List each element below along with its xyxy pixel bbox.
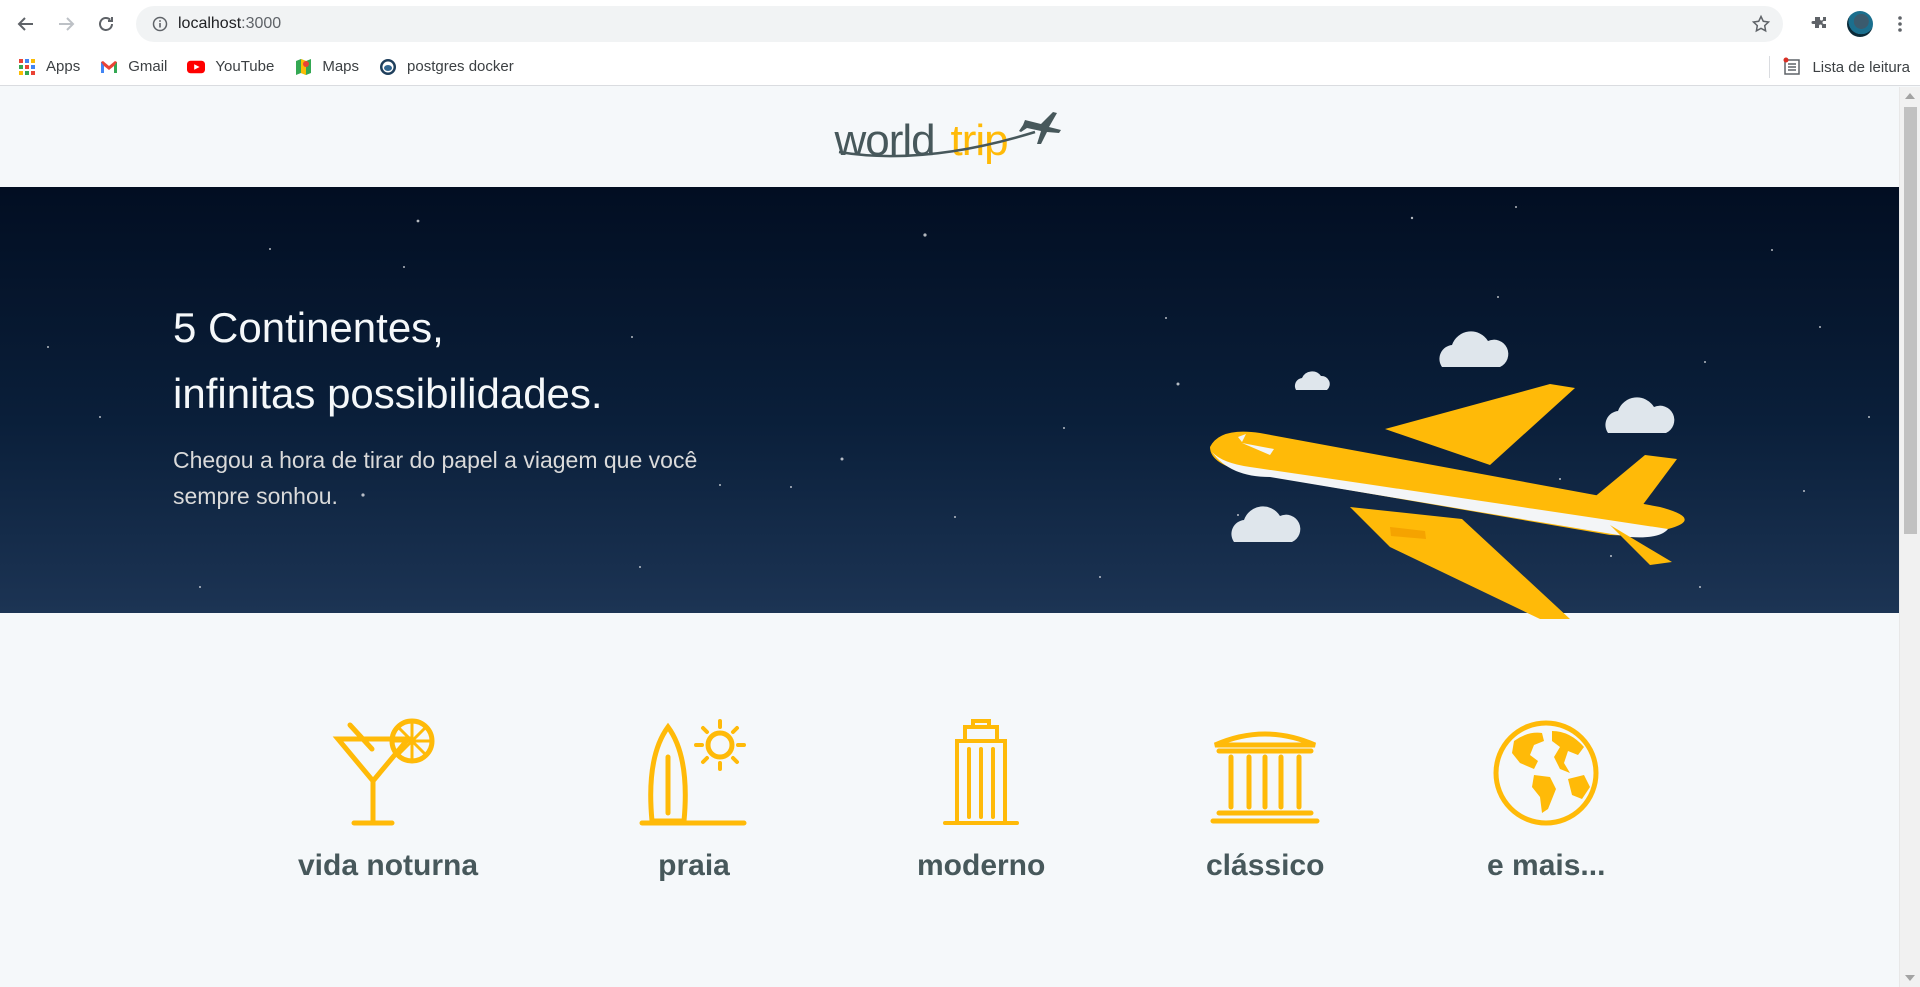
surf-sun-icon <box>639 719 747 826</box>
travel-type-label: vida noturna <box>298 849 479 882</box>
maps-icon <box>294 58 312 76</box>
bookmark-label: Gmail <box>128 58 168 75</box>
reading-list-icon <box>1783 57 1801 75</box>
scroll-down-arrow[interactable] <box>1905 975 1915 981</box>
reload-button[interactable] <box>86 4 126 44</box>
toolbar-actions <box>1800 4 1920 44</box>
bookmark-label: Apps <box>46 58 81 75</box>
url-host: localhost <box>178 15 242 32</box>
bookmark-label: Maps <box>322 58 360 75</box>
site-header: world trip <box>0 87 1899 187</box>
divider <box>1769 56 1771 78</box>
forward-button[interactable] <box>46 4 86 44</box>
gmail-icon <box>100 58 118 76</box>
hero-title-line2: infinitas possibilidades. <box>173 370 603 417</box>
hero-subtitle: Chegou a hora de tirar do papel a viagem… <box>173 447 698 509</box>
building-icon <box>943 719 1020 825</box>
back-button[interactable] <box>6 4 46 44</box>
bookmark-youtube[interactable]: YouTube <box>179 53 282 81</box>
bookmark-gmail[interactable]: Gmail <box>92 53 175 81</box>
puzzle-icon <box>1811 17 1826 28</box>
scroll-up-arrow[interactable] <box>1905 93 1915 99</box>
youtube-icon <box>187 58 206 76</box>
site-info-icon[interactable] <box>142 6 178 42</box>
page-scrollbar[interactable] <box>1899 87 1920 987</box>
menu-button[interactable] <box>1880 4 1920 44</box>
museum-icon <box>1210 731 1320 824</box>
travel-type-classic[interactable]: clássico <box>1206 717 1324 883</box>
hero-title: 5 Continentes, infinitas possibilidades. <box>173 295 603 427</box>
bookmarks-bar: Apps Gmail YouTube Maps postgres docker … <box>0 48 1920 86</box>
reload-icon <box>99 17 113 31</box>
url-text: localhost:3000 <box>178 15 281 33</box>
travel-type-beach[interactable]: praia <box>638 717 750 883</box>
bookmark-postgres-docker[interactable]: postgres docker <box>371 53 522 81</box>
hero-title-line1: 5 Continentes, <box>173 304 444 351</box>
travel-type-label: moderno <box>917 849 1046 882</box>
earth-icon <box>1493 720 1599 826</box>
page-viewport: world trip 5 Continentes, infinitas poss… <box>0 87 1899 987</box>
postgres-icon <box>379 58 397 76</box>
bookmark-star-icon[interactable] <box>1751 14 1771 34</box>
scroll-thumb[interactable] <box>1904 107 1917 534</box>
cocktail-icon <box>332 718 435 826</box>
hero-banner: 5 Continentes, infinitas possibilidades.… <box>0 187 1899 619</box>
logo-plane-icon <box>838 112 1061 158</box>
avatar <box>1847 11 1873 37</box>
airplane-illustration <box>1210 331 1685 619</box>
reading-list-button[interactable]: Lista de leitura <box>1769 53 1910 81</box>
travel-type-more[interactable]: e mais... <box>1487 717 1605 883</box>
bookmark-maps[interactable]: Maps <box>286 53 367 81</box>
arrow-right-icon <box>59 17 75 31</box>
profile-button[interactable] <box>1840 4 1880 44</box>
more-vertical-icon <box>1898 16 1902 32</box>
travel-types: vida noturna praia moderno clássico e ma… <box>0 717 1899 917</box>
travel-type-modern[interactable]: moderno <box>917 717 1045 883</box>
travel-type-nightlife[interactable]: vida noturna <box>298 717 478 883</box>
travel-type-label: praia <box>658 849 730 882</box>
arrow-left-icon <box>17 17 33 31</box>
bookmark-apps[interactable]: Apps <box>10 53 88 81</box>
apps-grid-icon <box>18 58 36 76</box>
address-bar[interactable]: localhost:3000 <box>136 6 1783 42</box>
extensions-button[interactable] <box>1800 4 1840 44</box>
travel-type-label: e mais... <box>1487 849 1606 882</box>
browser-toolbar: localhost:3000 <box>0 0 1920 48</box>
travel-type-label: clássico <box>1206 849 1325 882</box>
worldtrip-logo[interactable]: world trip <box>835 102 1065 172</box>
bookmark-label: YouTube <box>215 58 275 75</box>
url-port: :3000 <box>241 15 282 32</box>
bookmark-label: postgres docker <box>407 58 514 75</box>
reading-list-label: Lista de leitura <box>1812 58 1910 76</box>
